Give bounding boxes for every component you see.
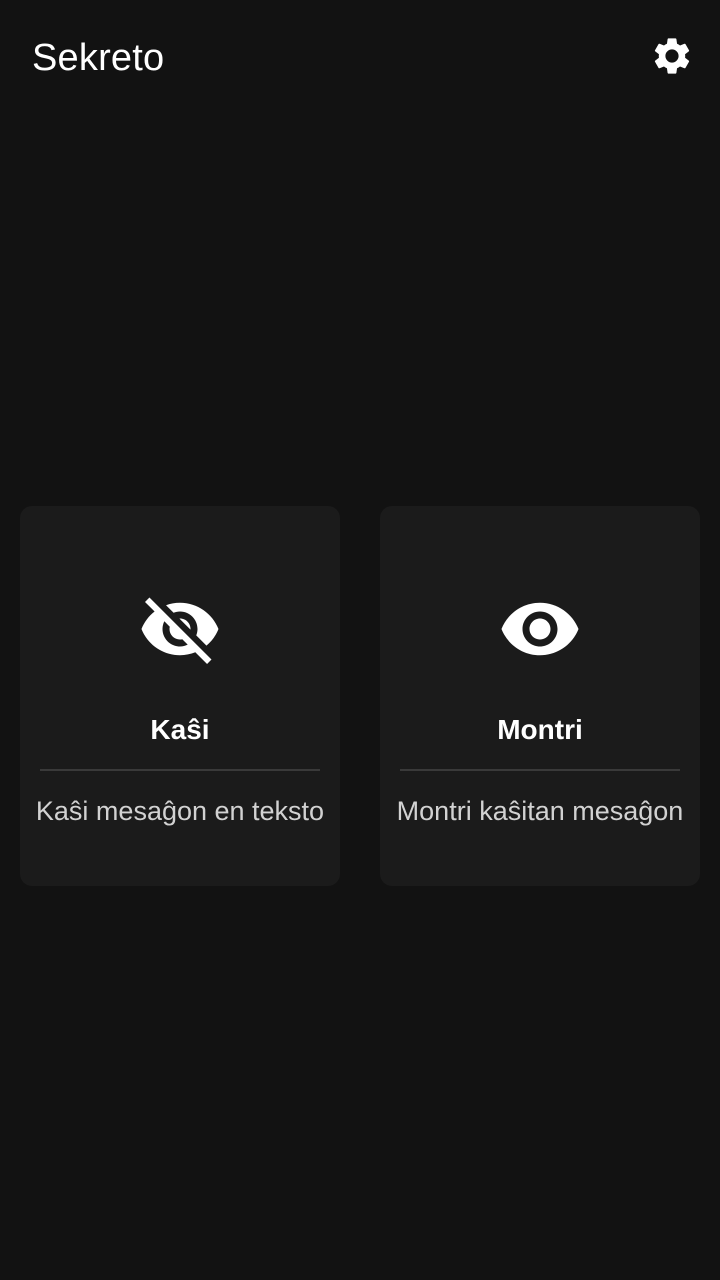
show-card[interactable]: Montri Montri kaŝitan mesaĝon (380, 506, 700, 886)
show-card-divider (400, 769, 680, 771)
gear-icon (654, 38, 690, 74)
eye-icon (501, 602, 579, 656)
show-card-title: Montri (497, 714, 583, 745)
eye-off-icon (141, 597, 219, 664)
show-icon-wrap (380, 594, 700, 664)
app-bar: Sekreto (0, 0, 720, 116)
hide-card-description: Kaŝi mesaĝon en teksto (35, 796, 325, 826)
hide-card-divider (40, 769, 320, 771)
hide-card[interactable]: Kaŝi Kaŝi mesaĝon en teksto (20, 506, 340, 886)
show-card-description: Montri kaŝitan mesaĝon (396, 796, 684, 826)
hide-card-title: Kaŝi (150, 714, 210, 745)
app-title: Sekreto (32, 37, 165, 79)
hide-icon-wrap (20, 594, 340, 664)
settings-button[interactable] (646, 30, 698, 82)
